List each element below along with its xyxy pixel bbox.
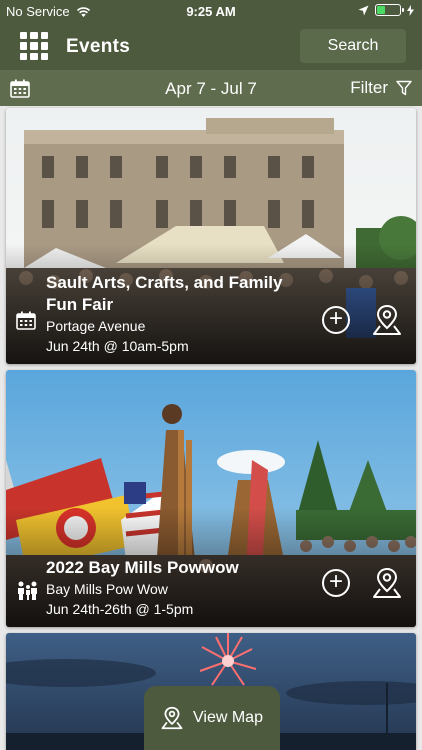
status-right bbox=[358, 4, 414, 16]
calendar-icon bbox=[16, 311, 36, 330]
map-pin-icon bbox=[161, 706, 183, 730]
battery-level bbox=[377, 6, 385, 14]
map-pin-icon[interactable] bbox=[372, 567, 402, 599]
family-icon bbox=[18, 581, 37, 600]
charging-bolt-icon bbox=[407, 4, 414, 16]
status-bar: No Service 9:25 AM bbox=[0, 0, 422, 22]
event-info: 2022 Bay Mills Powwow Bay Mills Pow Wow … bbox=[46, 557, 316, 619]
view-map-label: View Map bbox=[193, 709, 263, 726]
event-datetime: Jun 24th @ 10am-5pm bbox=[46, 338, 189, 354]
event-card[interactable]: 2022 Bay Mills Powwow Bay Mills Pow Wow … bbox=[6, 370, 416, 627]
event-title[interactable]: 2022 Bay Mills Powwow bbox=[46, 557, 316, 579]
event-card[interactable]: Sault Arts, Crafts, and Family Fun Fair … bbox=[6, 108, 416, 364]
map-pin-icon[interactable] bbox=[372, 304, 402, 336]
event-location: Portage Avenue bbox=[46, 318, 146, 334]
app-header: Events Search bbox=[0, 22, 422, 70]
add-to-calendar-button[interactable]: + bbox=[322, 306, 350, 334]
plus-icon: + bbox=[328, 305, 343, 332]
menu-grid-icon[interactable] bbox=[20, 32, 48, 60]
filter-button[interactable]: Filter bbox=[350, 78, 412, 98]
event-datetime: Jun 24th-26th @ 1-5pm bbox=[46, 601, 194, 617]
event-title[interactable]: Sault Arts, Crafts, and Family Fun Fair bbox=[46, 272, 316, 316]
search-button[interactable]: Search bbox=[300, 29, 406, 63]
add-to-calendar-button[interactable]: + bbox=[322, 569, 350, 597]
date-range-bar: Apr 7 - Jul 7 Filter bbox=[0, 70, 422, 106]
view-map-button[interactable]: View Map bbox=[144, 686, 280, 750]
filter-label: Filter bbox=[350, 78, 388, 97]
battery-icon bbox=[375, 4, 404, 16]
event-info: Sault Arts, Crafts, and Family Fun Fair … bbox=[46, 272, 316, 356]
funnel-icon bbox=[396, 80, 412, 96]
location-arrow-icon bbox=[358, 5, 369, 15]
event-location: Bay Mills Pow Wow bbox=[46, 581, 168, 597]
plus-icon: + bbox=[328, 568, 343, 595]
page-title: Events bbox=[66, 36, 131, 57]
